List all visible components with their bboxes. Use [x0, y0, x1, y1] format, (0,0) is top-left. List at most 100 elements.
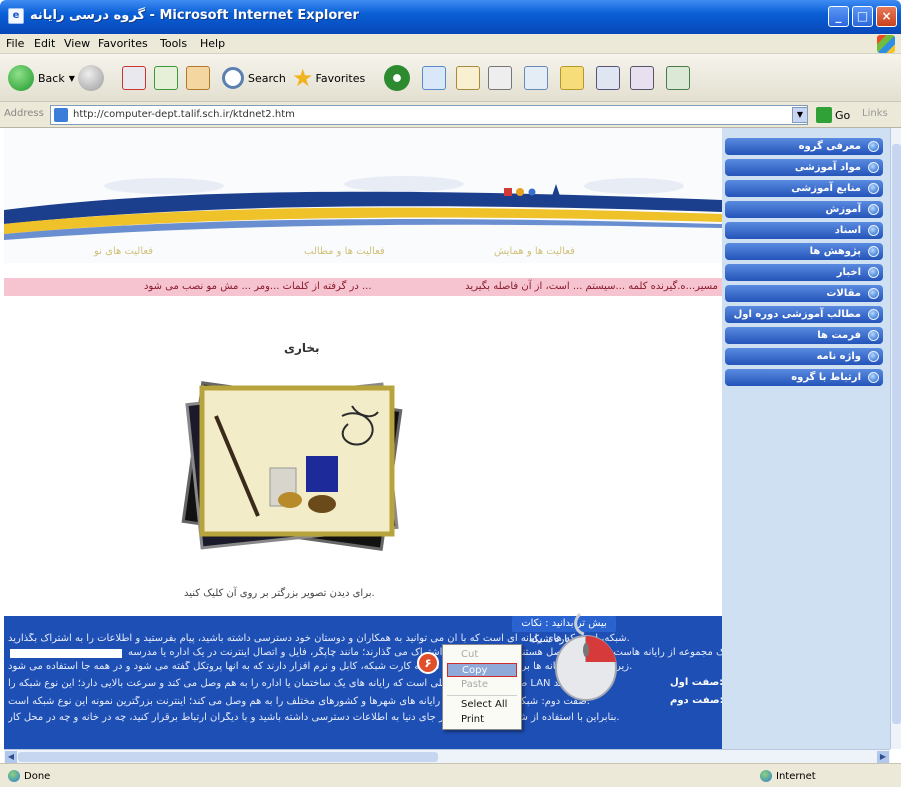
scroll-left-arrow-icon[interactable]: ◀ [5, 751, 17, 763]
sidebar-item-label: مواد آموزشی [794, 162, 861, 173]
refresh-button[interactable] [154, 62, 178, 94]
search-icon [222, 67, 244, 89]
windows-logo-icon [877, 35, 895, 53]
stop-button[interactable] [122, 62, 146, 94]
address-url: http://computer-dept.talif.sch.ir/ktdnet… [73, 109, 295, 120]
mail-button[interactable] [456, 62, 480, 94]
sidebar-item-label: اسناد [834, 225, 861, 236]
sidebar-item-label: آموزش [825, 204, 861, 215]
messenger-icon [596, 66, 620, 90]
messenger-button[interactable] [596, 62, 620, 94]
sidebar-item[interactable]: واژه نامه [725, 348, 883, 365]
banner-link[interactable]: فعالیت ها و مطالب [304, 246, 385, 257]
window-title: گروه درسی رایانه - Microsoft Internet Ex… [30, 8, 359, 23]
sidebar-item[interactable]: ارتباط با گروه [725, 369, 883, 386]
close-button[interactable]: × [876, 6, 897, 27]
context-menu-print[interactable]: Print [447, 713, 517, 727]
context-menu-select-all[interactable]: Select All [447, 698, 517, 712]
ie-page-icon: e [8, 8, 24, 24]
forward-button[interactable] [78, 62, 104, 94]
stop-icon [122, 66, 146, 90]
sidebar-item[interactable]: فرمت ها [725, 327, 883, 344]
menu-favorites[interactable]: Favorites [98, 37, 148, 50]
address-input[interactable]: http://computer-dept.talif.sch.ir/ktdnet… [50, 105, 808, 125]
sidebar-item[interactable]: مطالب آموزشی دوره اول [725, 306, 883, 323]
banner-link[interactable]: فعالیت های نو [94, 246, 153, 257]
sidebar-item[interactable]: معرفی گروه [725, 138, 883, 155]
bullet-icon [868, 246, 879, 257]
sidebar-item-label: واژه نامه [816, 351, 861, 362]
menu-help[interactable]: Help [200, 37, 225, 50]
scrollbar-thumb[interactable] [18, 752, 438, 762]
horizontal-scrollbar[interactable]: ◀ ▶ [4, 749, 890, 763]
edit-button[interactable] [524, 62, 548, 94]
menu-tools[interactable]: Tools [160, 37, 187, 50]
discuss-button[interactable] [560, 62, 584, 94]
menu-view[interactable]: View [64, 37, 90, 50]
sidebar-item-label: منابع آموزشی [791, 183, 861, 194]
sidebar-item[interactable]: مواد آموزشی [725, 159, 883, 176]
folder-icon [560, 66, 584, 90]
calligraphy-photo [181, 381, 403, 551]
favorites-label: Favorites [315, 71, 366, 85]
window-titlebar: e گروه درسی رایانه - Microsoft Internet … [0, 0, 901, 34]
vertical-scrollbar[interactable] [890, 128, 901, 749]
sidebar-item[interactable]: مقالات [725, 285, 883, 302]
bullet-icon [868, 225, 879, 236]
scroll-right-arrow-icon[interactable]: ▶ [877, 751, 889, 763]
media-icon [384, 65, 410, 91]
edit-icon [524, 66, 548, 90]
toolbar: Back ▼ Search ★ Favorites [0, 54, 901, 102]
context-menu-paste[interactable]: Paste [447, 678, 517, 692]
go-button[interactable]: Go [816, 106, 850, 124]
scrolling-marquee: مسیر...ه.گیرنده کلمه ...سیستم ... است، ا… [4, 278, 722, 296]
menu-file[interactable]: File [6, 37, 24, 50]
search-label: Search [248, 71, 286, 85]
search-button[interactable]: Search [222, 62, 286, 94]
sidebar-item-label: مقالات [826, 288, 861, 299]
bullet-icon [868, 162, 879, 173]
history-button[interactable] [422, 62, 446, 94]
home-button[interactable] [186, 62, 210, 94]
menu-edit[interactable]: Edit [34, 37, 55, 50]
back-button[interactable]: Back ▼ [8, 62, 75, 94]
bullet-icon [868, 330, 879, 341]
context-menu-cut[interactable]: Cut [447, 648, 517, 662]
bullet-icon [868, 372, 879, 383]
photo-stack-image[interactable] [172, 376, 412, 556]
sidebar-item[interactable]: اخبار [725, 264, 883, 281]
media-button[interactable] [384, 62, 410, 94]
sidebar-item[interactable]: آموزش [725, 201, 883, 218]
links-button[interactable]: Links [862, 108, 888, 119]
research-button[interactable] [630, 62, 654, 94]
mail-icon [456, 66, 480, 90]
context-menu-copy[interactable]: Copy [447, 663, 517, 677]
sidebar-item[interactable]: منابع آموزشی [725, 180, 883, 197]
security-zone: Internet [760, 770, 816, 782]
tools-icon [666, 66, 690, 90]
article-bold-label: صفت دوم: [670, 695, 722, 706]
image-caption: برای دیدن تصویر بزرگتر بر روی آن کلیک کن… [184, 588, 375, 599]
scrollbar-thumb[interactable] [892, 144, 901, 724]
sidebar-item[interactable]: اسناد [725, 222, 883, 239]
home-icon [186, 66, 210, 90]
print-button[interactable] [488, 62, 512, 94]
bullet-icon [868, 183, 879, 194]
tools-button[interactable] [666, 62, 690, 94]
address-dropdown-button[interactable]: ▼ [792, 107, 808, 123]
go-arrow-icon [816, 107, 832, 123]
chevron-down-icon[interactable]: ▼ [69, 74, 75, 83]
bullet-icon [868, 267, 879, 278]
favorites-button[interactable]: ★ Favorites [292, 62, 365, 94]
star-icon: ★ [292, 64, 314, 92]
maximize-button[interactable]: □ [852, 6, 873, 27]
zone-label: Internet [776, 770, 816, 782]
bullet-icon [868, 351, 879, 362]
banner-link[interactable]: فعالیت ها و همایش [494, 246, 575, 257]
go-label: Go [835, 108, 851, 122]
research-icon [630, 66, 654, 90]
selected-text-box[interactable] [10, 649, 122, 658]
minimize-button[interactable]: _ [828, 6, 849, 27]
sidebar-item[interactable]: پژوهش ها [725, 243, 883, 260]
address-label: Address [4, 108, 44, 119]
